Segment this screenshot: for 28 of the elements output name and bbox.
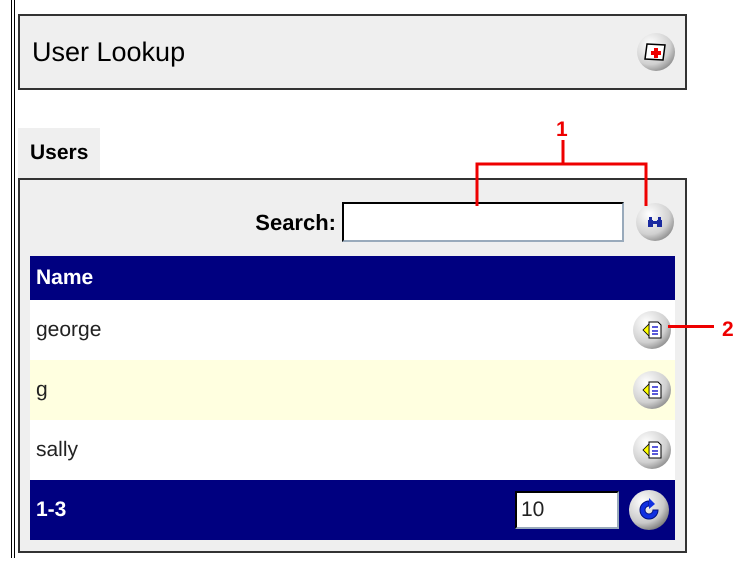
- search-button[interactable]: [636, 203, 674, 241]
- page-size-field[interactable]: 10: [515, 491, 619, 529]
- callout-number: 2: [722, 317, 734, 343]
- document-arrow-icon: [642, 441, 662, 459]
- document-arrow-icon: [642, 381, 662, 399]
- table-row[interactable]: sally: [30, 420, 675, 480]
- user-name: sally: [36, 437, 78, 464]
- binoculars-icon: [647, 216, 663, 228]
- page-title: User Lookup: [32, 36, 186, 69]
- select-user-button[interactable]: [633, 311, 671, 349]
- select-user-button[interactable]: [633, 371, 671, 409]
- first-aid-map-icon: [644, 42, 668, 62]
- leader-line: [668, 325, 714, 328]
- user-name: g: [36, 377, 48, 404]
- refresh-button[interactable]: [629, 490, 669, 530]
- user-name: george: [36, 317, 102, 344]
- range-label: 1-3: [36, 497, 68, 524]
- circular-arrow-icon: [637, 498, 661, 522]
- users-tab[interactable]: Users: [18, 128, 100, 178]
- table-row[interactable]: g: [30, 360, 675, 420]
- search-label: Search:: [255, 208, 336, 236]
- search-field[interactable]: [342, 202, 624, 242]
- table-row[interactable]: george: [30, 300, 675, 360]
- column-header: Name: [36, 265, 94, 292]
- callout-number: 1: [556, 117, 568, 143]
- document-arrow-icon: [642, 321, 662, 339]
- help-button[interactable]: [637, 33, 675, 71]
- select-user-button[interactable]: [633, 431, 671, 469]
